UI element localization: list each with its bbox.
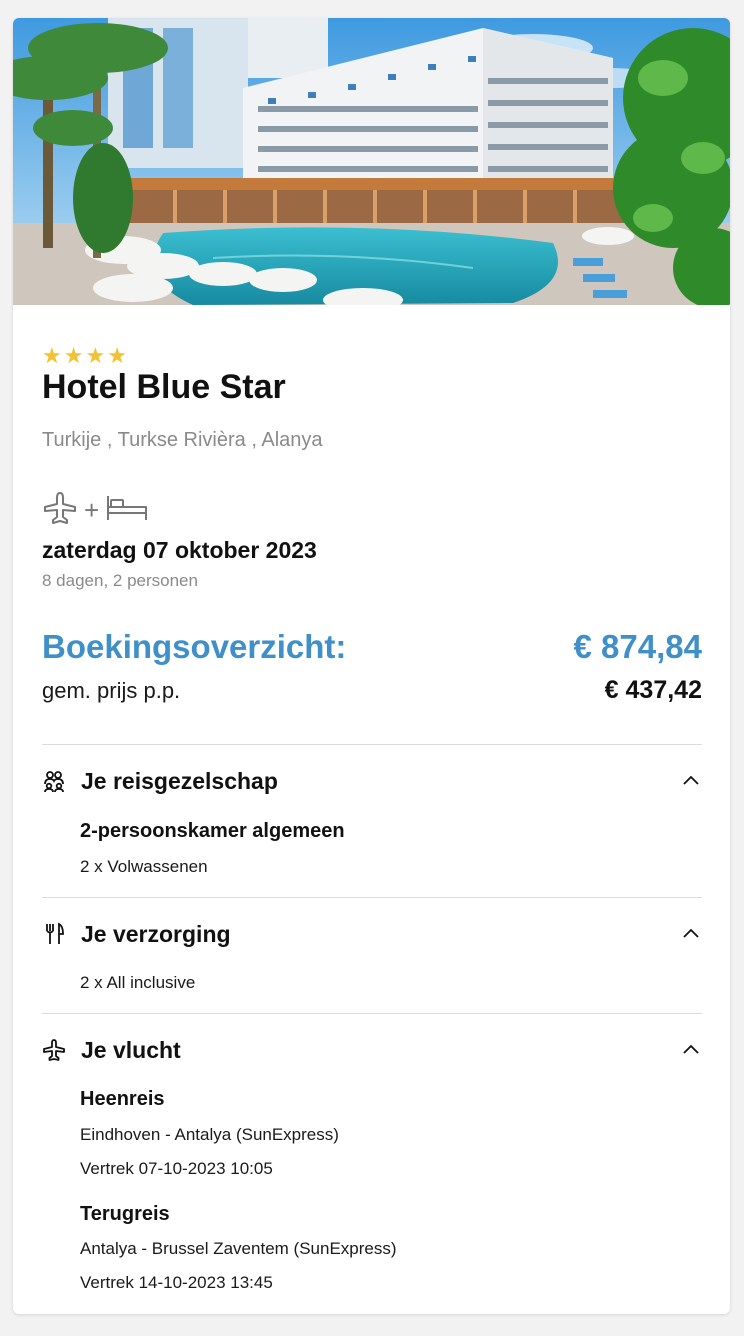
section-title: Je vlucht [81,1037,181,1063]
plane-icon [42,1038,66,1062]
chevron-up-icon[interactable] [682,925,700,943]
star-rating: ★ ★ ★ ★ [42,345,127,367]
booking-overview-title: Boekingsoverzicht: [42,628,347,665]
hotel-photo [13,18,730,305]
star-icon: ★ [107,343,127,368]
group-icon [42,769,66,793]
hotel-name: Hotel Blue Star [42,368,286,406]
bed-icon [105,493,149,528]
section-header-flight[interactable]: Je vlucht [42,1032,702,1068]
location-region: Turkse Rivièra [107,429,246,451]
total-price: € 874,84 [573,628,702,665]
plane-icon [42,490,78,531]
return-label: Terugreis [80,1203,170,1225]
location-country: Turkije [42,429,102,451]
guest-count: 2 x Volwassenen [80,857,208,876]
chevron-up-icon[interactable] [682,772,700,790]
return-route: Antalya - Brussel Zaventem (SunExpress) [80,1239,397,1258]
divider [42,897,702,898]
section-title: Je reisgezelschap [81,768,278,794]
divider [42,744,702,745]
hotel-location: Turkije Turkse Rivièra Alanya [42,426,323,454]
return-departure: Vertrek 14-10-2023 13:45 [80,1273,273,1292]
plus-sign: + [84,495,100,525]
star-icon: ★ [85,343,106,368]
section-header-party[interactable]: Je reisgezelschap [42,763,702,799]
departure-date: zaterdag 07 oktober 2023 [42,537,317,563]
outbound-departure: Vertrek 07-10-2023 10:05 [80,1159,273,1178]
price-per-person-label: gem. prijs p.p. [42,678,181,703]
outbound-label: Heenreis [80,1088,165,1110]
location-city: Alanya [251,429,322,451]
travel-type: + [42,490,149,531]
price-per-person: € 437,42 [604,676,702,704]
section-title: Je verzorging [81,921,231,947]
section-header-board[interactable]: Je verzorging [42,916,702,952]
board-type: 2 x All inclusive [80,973,196,992]
divider [42,1013,702,1014]
cutlery-icon [42,922,66,946]
star-icon: ★ [42,343,62,368]
outbound-route: Eindhoven - Antalya (SunExpress) [80,1125,339,1144]
room-type: 2-persoonskamer algemeen [80,820,345,842]
chevron-up-icon[interactable] [682,1041,700,1059]
star-icon: ★ [63,343,84,368]
trip-duration: 8 dagen, 2 personen [42,571,198,590]
booking-summary-card: ★ ★ ★ ★ Hotel Blue Star Turkije Turkse R… [13,18,730,1314]
